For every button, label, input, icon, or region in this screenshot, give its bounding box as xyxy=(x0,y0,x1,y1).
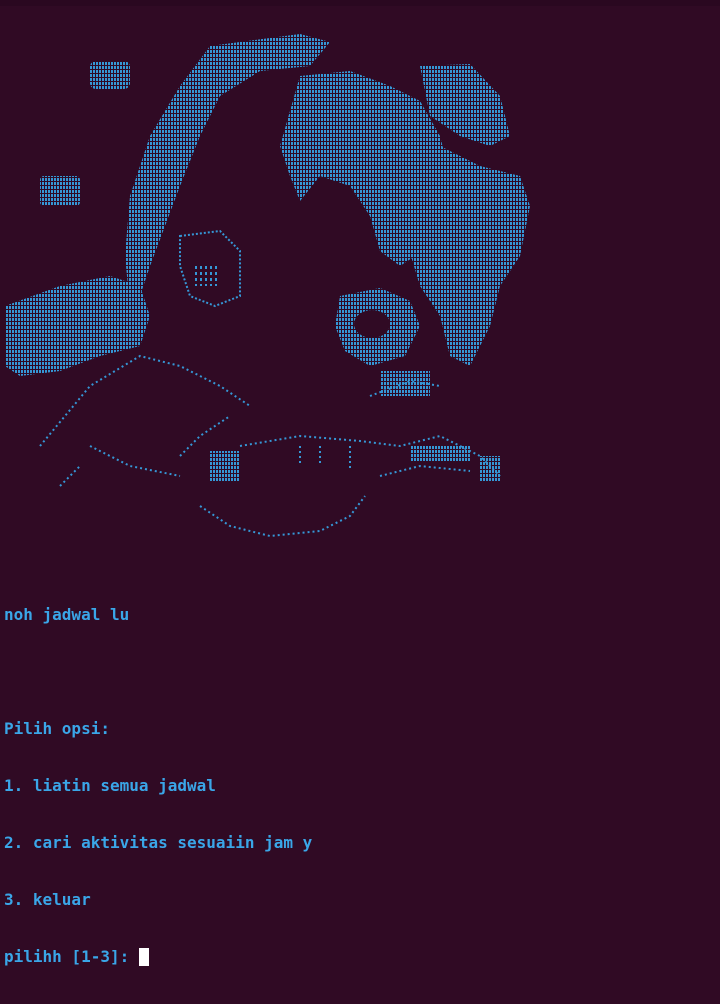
input-prompt: pilihh [1-3]: xyxy=(4,947,139,966)
lower-dense-patches xyxy=(210,371,500,481)
text-cursor[interactable] xyxy=(138,947,149,966)
menu-option-3: 3. keluar xyxy=(4,890,91,909)
ascii-art-anime-girl xyxy=(5,34,530,538)
hair-shape xyxy=(5,34,530,376)
header-text: noh jadwal lu xyxy=(4,605,130,624)
input-prompt-line[interactable]: pilihh [1-3]: xyxy=(4,947,312,966)
menu-option-1: 1. liatin semua jadwal xyxy=(4,776,216,795)
menu-option-2: 2. cari aktivitas sesuaiin jam y xyxy=(4,833,313,852)
terminal-output: noh jadwal lu Pilih opsi: 1. liatin semu… xyxy=(4,567,312,1004)
left-ear-ornament xyxy=(40,61,130,206)
left-eye xyxy=(179,229,241,308)
right-eye xyxy=(335,288,420,366)
terminal-window[interactable]: noh jadwal lu Pilih opsi: 1. liatin semu… xyxy=(0,6,720,966)
menu-title: Pilih opsi: xyxy=(4,719,110,738)
